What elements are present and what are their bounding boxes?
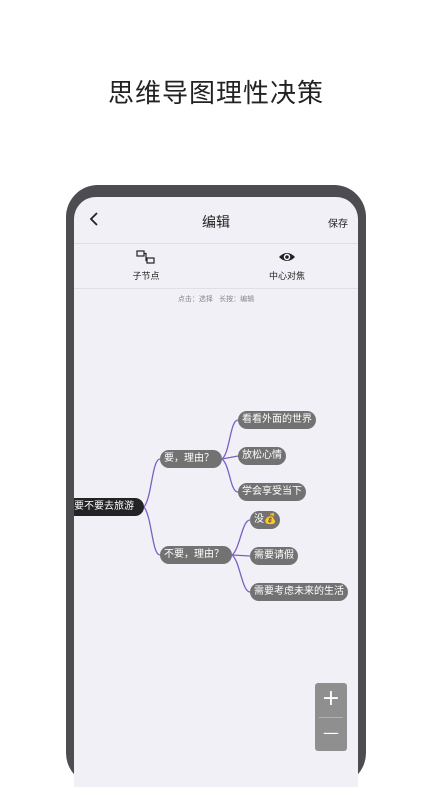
mindmap-child-node[interactable]: 看看外面的世界	[238, 411, 316, 429]
page-headline: 思维导图理性决策	[107, 79, 324, 109]
mindmap-child-node[interactable]: 需要请假	[250, 547, 298, 565]
zoom-control: + —	[315, 683, 347, 751]
mindmap-child-node[interactable]: 需要考虑未来的生活	[250, 583, 348, 601]
link-root-branch-2	[143, 506, 161, 556]
mindmap-branch-node[interactable]: 不要，理由？	[160, 546, 232, 564]
mindmap-child-node[interactable]: 放松心情	[238, 447, 286, 465]
mindmap-child-node[interactable]: 学会享受当下	[238, 483, 306, 501]
mindmap-root-node[interactable]: 要不要去旅游	[74, 498, 144, 516]
zoom-out-button[interactable]: —	[315, 717, 347, 751]
link-b2-c3	[231, 554, 251, 593]
zoom-in-button[interactable]: +	[315, 683, 347, 717]
link-b2-c1	[231, 519, 251, 556]
link-b2-c2	[231, 554, 251, 557]
mindmap-branch-node[interactable]: 要，理由？	[160, 450, 222, 468]
link-b1-c1	[221, 419, 239, 460]
link-b1-c3	[221, 458, 239, 493]
link-root-branch-1	[143, 458, 161, 508]
app-screen: 编辑 保存 子节点 中心对焦 点击：选择 长按：编辑 要不要去旅游 要，理由？ …	[74, 197, 358, 787]
mindmap-child-node[interactable]: 没💰	[250, 511, 281, 529]
